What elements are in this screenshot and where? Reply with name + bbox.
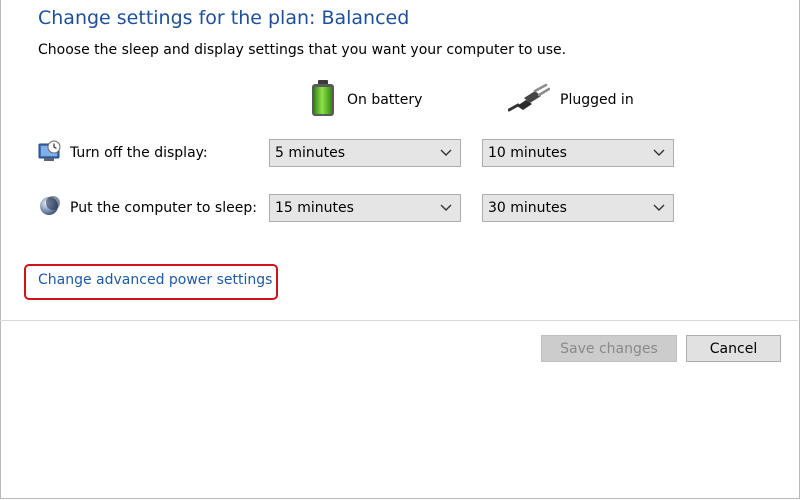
row-label-display: Turn off the display: (38, 139, 208, 167)
row-text-display: Turn off the display: (70, 145, 208, 161)
chevron-down-icon (645, 195, 673, 221)
dropdown-value: 10 minutes (488, 145, 567, 161)
column-header-plugged: Plugged in (507, 80, 634, 120)
window-frame (0, 0, 800, 499)
display-timer-icon (38, 140, 62, 166)
dropdown-value: 5 minutes (275, 145, 346, 161)
save-changes-button[interactable]: Save changes (541, 335, 677, 362)
display-plugged-dropdown[interactable]: 10 minutes (482, 139, 674, 167)
page-subtitle: Choose the sleep and display settings th… (38, 42, 567, 58)
column-header-battery: On battery (309, 80, 422, 120)
sleep-moon-icon (38, 195, 62, 221)
advanced-power-settings-link[interactable]: Change advanced power settings (38, 272, 272, 288)
battery-icon (309, 79, 337, 121)
row-label-sleep: Put the computer to sleep: (38, 194, 257, 222)
chevron-down-icon (432, 140, 460, 166)
dropdown-value: 30 minutes (488, 200, 567, 216)
chevron-down-icon (432, 195, 460, 221)
power-plug-icon (507, 83, 551, 117)
page-title: Change settings for the plan: Balanced (38, 7, 410, 29)
divider (0, 320, 798, 321)
cancel-button[interactable]: Cancel (686, 335, 781, 362)
chevron-down-icon (645, 140, 673, 166)
display-battery-dropdown[interactable]: 5 minutes (269, 139, 461, 167)
sleep-battery-dropdown[interactable]: 15 minutes (269, 194, 461, 222)
row-text-sleep: Put the computer to sleep: (70, 200, 257, 216)
column-label-plugged: Plugged in (560, 92, 634, 108)
column-label-battery: On battery (347, 92, 423, 108)
sleep-plugged-dropdown[interactable]: 30 minutes (482, 194, 674, 222)
dropdown-value: 15 minutes (275, 200, 354, 216)
